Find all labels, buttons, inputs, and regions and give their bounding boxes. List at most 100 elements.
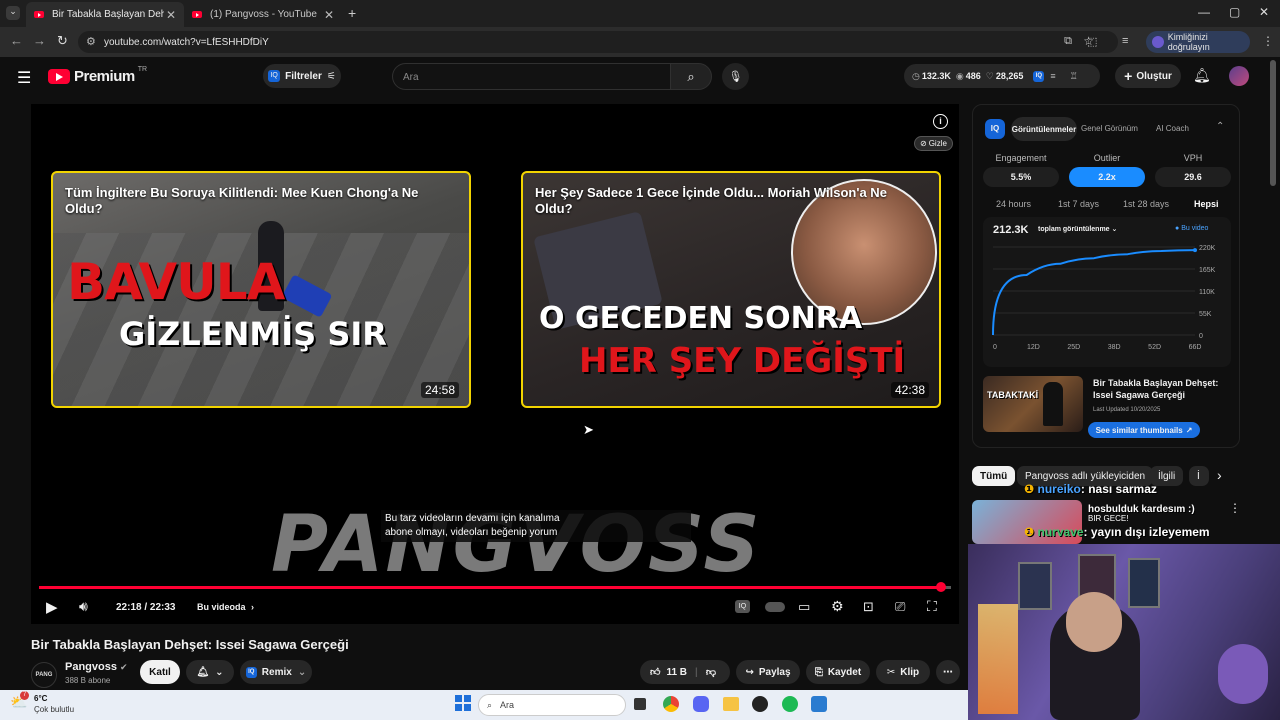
chevron-down-icon: ⌄ bbox=[1109, 226, 1118, 233]
clip-button[interactable]: ✂ Klip bbox=[876, 660, 930, 684]
obs-icon[interactable] bbox=[752, 696, 768, 712]
miniplayer-icon[interactable]: ⊡ bbox=[863, 599, 874, 615]
play-icon[interactable]: ▶ bbox=[46, 598, 58, 616]
similar-thumbnail[interactable]: TABAKTAKİ bbox=[983, 376, 1083, 432]
join-button[interactable]: Katıl bbox=[140, 660, 180, 684]
chip-more[interactable]: İ bbox=[1189, 466, 1209, 486]
subscriber-count: 388 B abone bbox=[65, 676, 111, 685]
legend-label: Bu video bbox=[1181, 225, 1209, 232]
time-display: 22:18 / 22:33 bbox=[116, 602, 176, 613]
cast-icon[interactable]: ⎚ bbox=[895, 599, 905, 615]
fullscreen-icon[interactable]: ⛶ bbox=[927, 598, 937, 615]
collapse-chevron-icon[interactable]: ⌃ bbox=[1216, 121, 1224, 132]
channel-name-link[interactable]: Pangvoss ✔ bbox=[65, 661, 128, 673]
range-24h[interactable]: 24 hours bbox=[996, 199, 1031, 209]
views-dropdown[interactable]: toplam görüntülenme ⌄ bbox=[1038, 225, 1117, 233]
see-similar-button[interactable]: See similar thumbnails ↗ bbox=[1088, 422, 1200, 438]
more-actions-button[interactable]: ⋯ bbox=[936, 660, 960, 684]
search-button[interactable]: ⌕ bbox=[670, 63, 712, 90]
chevron-down-icon: ⌄ bbox=[215, 666, 224, 678]
hamburger-menu-icon[interactable]: ☰ bbox=[17, 68, 31, 88]
autoplay-toggle[interactable] bbox=[765, 602, 785, 612]
endcard-video-1[interactable]: Tüm İngiltere Bu Soruya Kilitlendi: Mee … bbox=[51, 171, 471, 408]
omnibox[interactable]: ⚙ youtube.com/watch?v=LfESHHDfDiY ⧉ ☆ bbox=[78, 31, 1118, 53]
legend-dot-icon: ● bbox=[1175, 225, 1180, 232]
progress-track[interactable] bbox=[39, 586, 951, 589]
taskbar-search[interactable]: ⌕ Ara bbox=[478, 694, 626, 716]
metric-label: Outlier bbox=[1093, 153, 1121, 163]
create-button[interactable]: + Oluştur bbox=[1115, 64, 1181, 88]
youtube-logo[interactable]: Premium TR bbox=[48, 66, 147, 85]
endcard-video-2[interactable]: Her Şey Sadece 1 Gece İçinde Oldu... Mor… bbox=[521, 171, 941, 408]
like-dislike-group[interactable]: 👍︎ 11 B | 👎︎ bbox=[640, 660, 730, 684]
site-info-icon[interactable]: ⚙ bbox=[86, 35, 96, 48]
page-scrollbar[interactable] bbox=[1270, 60, 1276, 186]
hide-endscreen-button[interactable]: ⊘ Gizle bbox=[914, 136, 953, 151]
profile-button[interactable]: Kimliğinizi doğrulayın bbox=[1146, 31, 1250, 53]
video-player[interactable]: i ⊘ Gizle Tüm İngiltere Bu Soruya Kilitl… bbox=[31, 104, 959, 624]
tab-inactive[interactable]: (1) Pangvoss - YouTube ✕ bbox=[184, 2, 342, 27]
iq-logo-icon: IQ bbox=[985, 119, 1005, 139]
install-icon[interactable]: ⧉ bbox=[1064, 35, 1072, 48]
spotify-icon[interactable] bbox=[782, 696, 798, 712]
info-icon[interactable]: i bbox=[933, 114, 948, 129]
stat-likes: 28,265 bbox=[995, 71, 1024, 81]
subtitles-icon[interactable]: ▭ bbox=[798, 599, 810, 615]
reload-icon[interactable]: ↻ bbox=[57, 33, 68, 49]
chapter-button[interactable]: Bu videoda › bbox=[197, 602, 254, 612]
new-tab-icon[interactable]: + bbox=[348, 5, 356, 21]
vidiq-panel: IQ Görüntülenmeler Genel Görünüm AI Coac… bbox=[972, 104, 1240, 448]
progress-scrubber[interactable] bbox=[935, 582, 946, 592]
subscribed-bell-button[interactable]: 🔔︎ ⌄ bbox=[186, 660, 234, 684]
chip-all[interactable]: Tümü bbox=[972, 466, 1016, 486]
reading-list-icon[interactable]: ≡ bbox=[1122, 35, 1128, 47]
range-all[interactable]: Hepsi bbox=[1194, 199, 1219, 209]
tab-active[interactable]: Bir Tabakla Başlayan Dehşet: Iss ✕ bbox=[26, 2, 184, 27]
tab-overview[interactable]: Genel Görünüm bbox=[1081, 124, 1138, 133]
close-tab-icon[interactable]: ✕ bbox=[324, 8, 334, 22]
webcam-overlay bbox=[968, 544, 1280, 720]
search-input[interactable]: Ara bbox=[392, 63, 670, 90]
thumbs-up-icon[interactable]: 👍︎ bbox=[650, 666, 660, 678]
range-7d[interactable]: 1st 7 days bbox=[1058, 199, 1099, 209]
maximize-icon[interactable]: ▢ bbox=[1229, 5, 1240, 19]
windows-start-icon[interactable] bbox=[455, 695, 471, 711]
tab-search-icon[interactable]: ⌄ bbox=[6, 6, 20, 20]
volume-icon[interactable]: 🔊︎ bbox=[79, 598, 88, 615]
more-options-icon[interactable]: ⋮ bbox=[1229, 501, 1241, 515]
overlay-line-2: BIR GECE! bbox=[1088, 514, 1129, 523]
taskbar-search-label: Ara bbox=[500, 700, 515, 710]
close-window-icon[interactable]: ✕ bbox=[1259, 5, 1269, 19]
tab-views[interactable]: Görüntülenmeler bbox=[1011, 117, 1077, 141]
task-view-icon[interactable] bbox=[634, 698, 646, 710]
account-avatar[interactable] bbox=[1229, 66, 1249, 86]
caption-box: Bu tarz videoların devamı için kanalıma … bbox=[381, 510, 691, 542]
channel-stats-pill[interactable]: ◷ 132.3K ◉ 486 ♡ 28,265 IQ ≡ ♖ bbox=[904, 64, 1100, 88]
metric-engagement: 5.5% bbox=[983, 167, 1059, 187]
filters-button[interactable]: IQ Filtreler ⚟ bbox=[263, 64, 341, 88]
browser-tab-strip: ⌄ Bir Tabakla Başlayan Dehşet: Iss ✕ (1)… bbox=[0, 0, 1280, 27]
back-icon[interactable]: ← bbox=[10, 33, 23, 48]
voice-search-button[interactable]: 🎙 bbox=[722, 63, 749, 90]
create-label: Oluştur bbox=[1136, 70, 1172, 82]
save-button[interactable]: ⎘ Kaydet bbox=[806, 660, 870, 684]
file-explorer-icon[interactable] bbox=[723, 697, 739, 711]
range-28d[interactable]: 1st 28 days bbox=[1123, 199, 1169, 209]
close-tab-icon[interactable]: ✕ bbox=[166, 8, 176, 22]
iq-player-icon[interactable]: IQ bbox=[735, 600, 750, 613]
thumbs-down-icon[interactable]: 👎︎ bbox=[706, 666, 716, 678]
forward-icon[interactable]: → bbox=[33, 33, 46, 48]
share-button[interactable]: ↪ Paylaş bbox=[736, 660, 800, 684]
notifications-bell-icon[interactable]: 🔔︎ bbox=[1193, 67, 1211, 84]
minimize-icon[interactable]: — bbox=[1198, 5, 1210, 19]
browser-menu-icon[interactable]: ⋮ bbox=[1262, 34, 1274, 48]
settings-gear-icon[interactable]: ⚙ bbox=[831, 598, 844, 615]
chips-next-icon[interactable]: › bbox=[1217, 467, 1222, 483]
photos-icon[interactable] bbox=[811, 696, 827, 712]
discord-icon[interactable] bbox=[693, 696, 709, 712]
extensions-icon[interactable]: ⬚ bbox=[1087, 35, 1097, 48]
remix-button[interactable]: IQ Remix ⌄ bbox=[240, 660, 312, 684]
tab-ai-coach[interactable]: AI Coach bbox=[1156, 124, 1189, 133]
chrome-icon[interactable] bbox=[663, 696, 679, 712]
channel-avatar[interactable]: PANG bbox=[31, 662, 57, 688]
